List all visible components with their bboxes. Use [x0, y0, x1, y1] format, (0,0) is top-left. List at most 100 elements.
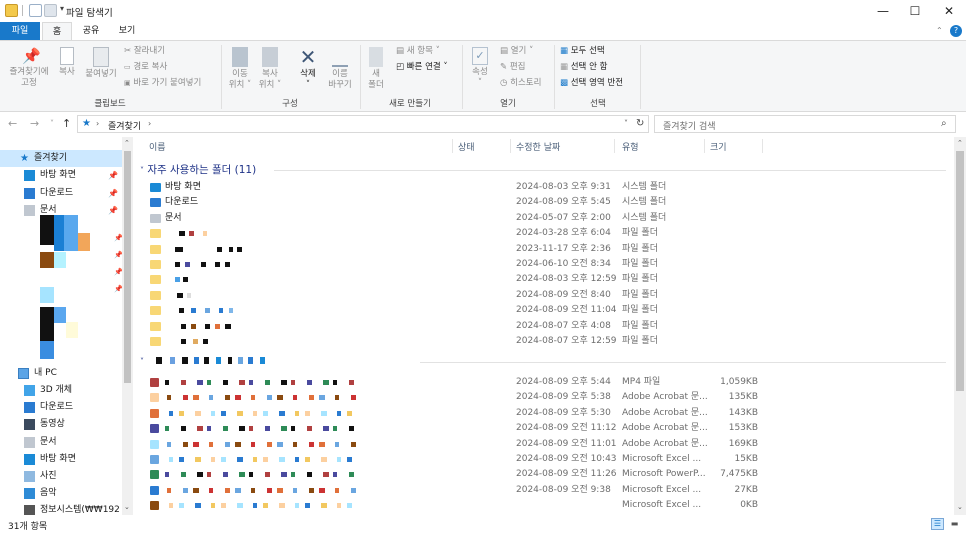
- file-row[interactable]: 2024-08-09 오전 10:43 Microsoft Excel ... 15…: [134, 452, 954, 468]
- nav-quick-access[interactable]: ★ 즐겨찾기: [0, 150, 122, 167]
- edit-button[interactable]: ✎ 편집: [500, 62, 525, 73]
- tab-share[interactable]: 공유: [76, 22, 106, 40]
- open-button[interactable]: ▤ 열기 ˅: [500, 46, 533, 57]
- cut-button[interactable]: ✂ 잘라내기: [124, 46, 165, 57]
- file-list-scrollbar-thumb[interactable]: [956, 151, 964, 391]
- group-header-recent[interactable]: ˅: [140, 355, 144, 367]
- file-row[interactable]: Microsoft Excel ... 0KB: [134, 498, 954, 514]
- folder-row[interactable]: 2024-08-07 오후 4:08 파일 폴더: [134, 319, 954, 335]
- back-arrow-icon[interactable]: ←: [8, 117, 17, 130]
- nav-scrollbar-thumb[interactable]: [124, 151, 131, 383]
- file-row[interactable]: 2024-08-09 오전 11:01 Adobe Acrobat 문... 169…: [134, 437, 954, 453]
- search-box[interactable]: 즐겨찾기 검색 ⌕: [654, 115, 956, 133]
- column-header-type[interactable]: 유형: [622, 140, 639, 153]
- column-divider[interactable]: [614, 139, 615, 153]
- nav-pc-item[interactable]: 동영상: [0, 416, 122, 433]
- file-row[interactable]: 2024-08-09 오후 5:30 Adobe Acrobat 문... 143K…: [134, 406, 954, 422]
- tab-home[interactable]: 홈: [42, 22, 72, 40]
- details-view-icon[interactable]: ☰: [931, 518, 944, 530]
- column-header-size[interactable]: 크기: [710, 140, 727, 153]
- column-header-status[interactable]: 상태: [458, 140, 475, 153]
- recent-locations-icon[interactable]: ˅: [50, 119, 54, 128]
- file-row[interactable]: 2024-08-09 오후 5:44 MP4 파일 1,059KB: [134, 375, 954, 391]
- nav-pc-item[interactable]: 음악: [0, 485, 122, 502]
- tab-view[interactable]: 보기: [112, 22, 142, 40]
- scroll-up-icon[interactable]: ⌃: [124, 139, 130, 147]
- properties-button[interactable]: ✓ 속성 ˅: [466, 47, 494, 89]
- pin-icon[interactable]: 📌: [108, 185, 118, 202]
- folder-row[interactable]: 2023-11-17 오후 2:36 파일 폴더: [134, 242, 954, 258]
- folder-row[interactable]: 2024-08-03 오후 12:59 파일 폴더: [134, 272, 954, 288]
- nav-pinned-item[interactable]: 다운로드 📌: [0, 185, 122, 202]
- column-header-date[interactable]: 수정한 날짜: [516, 140, 560, 153]
- refresh-icon[interactable]: ↻: [636, 118, 644, 129]
- up-arrow-icon[interactable]: ↑: [62, 117, 71, 130]
- nav-this-pc[interactable]: 내 PC: [0, 365, 122, 382]
- scroll-down-icon[interactable]: ⌄: [957, 503, 963, 511]
- scroll-down-icon[interactable]: ⌄: [124, 503, 130, 511]
- column-divider[interactable]: [452, 139, 453, 153]
- collapse-ribbon-icon[interactable]: ⌃: [936, 26, 943, 35]
- copy-to-button[interactable]: 복사 위치 ˅: [256, 47, 284, 91]
- file-row[interactable]: 2024-08-09 오전 11:26 Microsoft PowerP... 7,…: [134, 467, 954, 483]
- select-all-button[interactable]: ▦ 모두 선택: [560, 46, 605, 57]
- folder-row[interactable]: 2024-03-28 오후 6:04 파일 폴더: [134, 226, 954, 242]
- column-header-name[interactable]: 이름: [149, 140, 166, 153]
- pin-to-quick-access-button[interactable]: 📌 즐겨찾기에 고정: [4, 47, 54, 89]
- history-button[interactable]: ◷ 히스토리: [500, 78, 541, 89]
- minimize-button[interactable]: —: [866, 0, 900, 22]
- copy-path-button[interactable]: ▭ 경로 복사: [124, 62, 167, 73]
- select-none-button[interactable]: ▦ 선택 안 함: [560, 62, 607, 73]
- search-icon[interactable]: ⌕: [941, 118, 947, 129]
- folder-row[interactable]: 바탕 화면 2024-08-03 오후 9:31 시스템 폴더: [134, 180, 954, 196]
- pin-icon[interactable]: 📌: [108, 167, 118, 184]
- file-row[interactable]: 2024-08-09 오후 5:38 Adobe Acrobat 문... 135K…: [134, 390, 954, 406]
- address-dropdown-icon[interactable]: ˅: [624, 119, 628, 128]
- customize-toolbar-icon[interactable]: ▾: [60, 4, 64, 13]
- address-bar[interactable]: ★ › 즐겨찾기 › ˅ ↻: [77, 115, 649, 133]
- invert-selection-button[interactable]: ▩ 선택 영역 반전: [560, 78, 623, 89]
- folder-row[interactable]: 2024-08-09 오전 8:40 파일 폴더: [134, 288, 954, 304]
- column-divider[interactable]: [510, 139, 511, 153]
- paste-button[interactable]: 붙여넣기: [82, 47, 120, 80]
- close-button[interactable]: ✕: [932, 0, 966, 22]
- nav-pc-item[interactable]: 바탕 화면: [0, 451, 122, 468]
- breadcrumb-chevron-icon[interactable]: ›: [148, 119, 151, 128]
- copy-button[interactable]: 복사: [54, 47, 80, 78]
- help-icon[interactable]: ?: [950, 25, 962, 37]
- folder-row[interactable]: 2024-08-07 오후 12:59 파일 폴더: [134, 334, 954, 350]
- forward-arrow-icon[interactable]: →: [30, 117, 39, 130]
- move-to-button[interactable]: 이동 위치 ˅: [226, 47, 254, 91]
- file-row[interactable]: 2024-08-09 오전 11:12 Adobe Acrobat 문... 153…: [134, 421, 954, 437]
- easy-access-button[interactable]: ◰ 빠른 연결 ˅: [396, 62, 448, 73]
- pin-icon[interactable]: 📌: [108, 202, 118, 219]
- address-path[interactable]: 즐겨찾기: [108, 119, 141, 132]
- new-folder-quick-icon[interactable]: [44, 4, 57, 17]
- folder-row[interactable]: 문서 2024-05-07 오후 2:00 시스템 폴더: [134, 211, 954, 227]
- search-input[interactable]: 즐겨찾기 검색: [663, 119, 716, 132]
- tab-file[interactable]: 파일: [0, 22, 40, 40]
- rename-button[interactable]: 이름 바꾸기: [324, 47, 356, 91]
- file-row[interactable]: 2024-08-09 오전 9:38 Microsoft Excel ... 27K…: [134, 483, 954, 499]
- nav-pc-item[interactable]: 문서: [0, 434, 122, 451]
- folder-row[interactable]: 다운로드 2024-08-09 오후 5:45 시스템 폴더: [134, 195, 954, 211]
- file-list-scrollbar[interactable]: ⌃ ⌄: [954, 137, 966, 515]
- nav-pc-item[interactable]: 3D 개체: [0, 382, 122, 399]
- folder-row[interactable]: 2024-08-09 오전 11:04 파일 폴더: [134, 303, 954, 319]
- maximize-button[interactable]: ☐: [898, 0, 932, 22]
- properties-quick-icon[interactable]: [29, 4, 42, 17]
- column-divider[interactable]: [762, 139, 763, 153]
- scroll-up-icon[interactable]: ⌃: [957, 139, 963, 147]
- nav-pc-item[interactable]: 사진: [0, 468, 122, 485]
- new-item-button[interactable]: ▤ 새 항목 ˅: [396, 46, 440, 57]
- nav-pinned-item[interactable]: 바탕 화면 📌: [0, 167, 122, 184]
- folder-row[interactable]: 2024-06-10 오전 8:34 파일 폴더: [134, 257, 954, 273]
- delete-button[interactable]: ✕ 삭제 ˅: [292, 47, 324, 91]
- new-folder-button[interactable]: 새 폴더: [362, 47, 390, 91]
- nav-pc-item[interactable]: 다운로드: [0, 399, 122, 416]
- nav-scrollbar[interactable]: ⌃ ⌄: [122, 137, 133, 515]
- group-header-frequent[interactable]: ˅ 자주 사용하는 폴더 (11): [140, 162, 256, 177]
- large-icons-view-icon[interactable]: ▬: [948, 518, 961, 530]
- column-divider[interactable]: [704, 139, 705, 153]
- nav-pc-item[interactable]: 정보시스템(₩₩192: [0, 502, 122, 515]
